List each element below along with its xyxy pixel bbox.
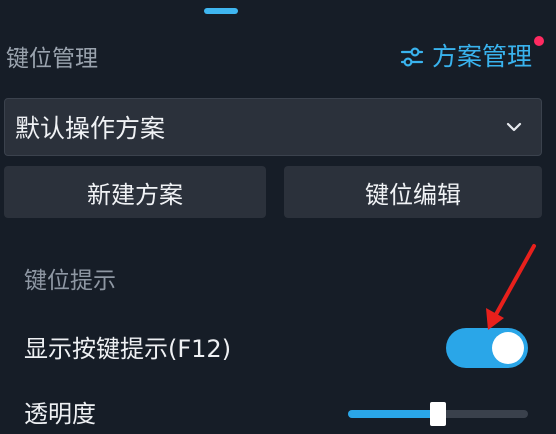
scheme-management-link[interactable]: 方案管理: [400, 40, 532, 74]
section-title-key-hint: 键位提示: [24, 268, 116, 294]
edit-keys-button[interactable]: 键位编辑: [284, 166, 542, 218]
scheme-management-label: 方案管理: [431, 42, 532, 71]
chevron-down-icon: [505, 118, 523, 137]
toggle-knob: [492, 332, 524, 364]
section-title-key-management: 键位管理: [6, 46, 98, 72]
new-scheme-button[interactable]: 新建方案: [4, 166, 266, 218]
notification-dot: [534, 36, 544, 46]
slider-thumb[interactable]: [430, 402, 446, 426]
annotation-arrow-icon: [486, 244, 536, 330]
show-hint-label: 显示按键提示(F12): [24, 335, 232, 363]
sliders-icon: [400, 45, 424, 69]
show-hint-toggle[interactable]: [446, 328, 528, 368]
slider-fill: [348, 410, 438, 418]
scheme-select-value: 默认操作方案: [15, 114, 166, 143]
scheme-select[interactable]: 默认操作方案: [4, 98, 542, 156]
drag-handle[interactable]: [204, 8, 238, 14]
opacity-slider[interactable]: [348, 402, 528, 426]
opacity-label: 透明度: [24, 400, 96, 428]
